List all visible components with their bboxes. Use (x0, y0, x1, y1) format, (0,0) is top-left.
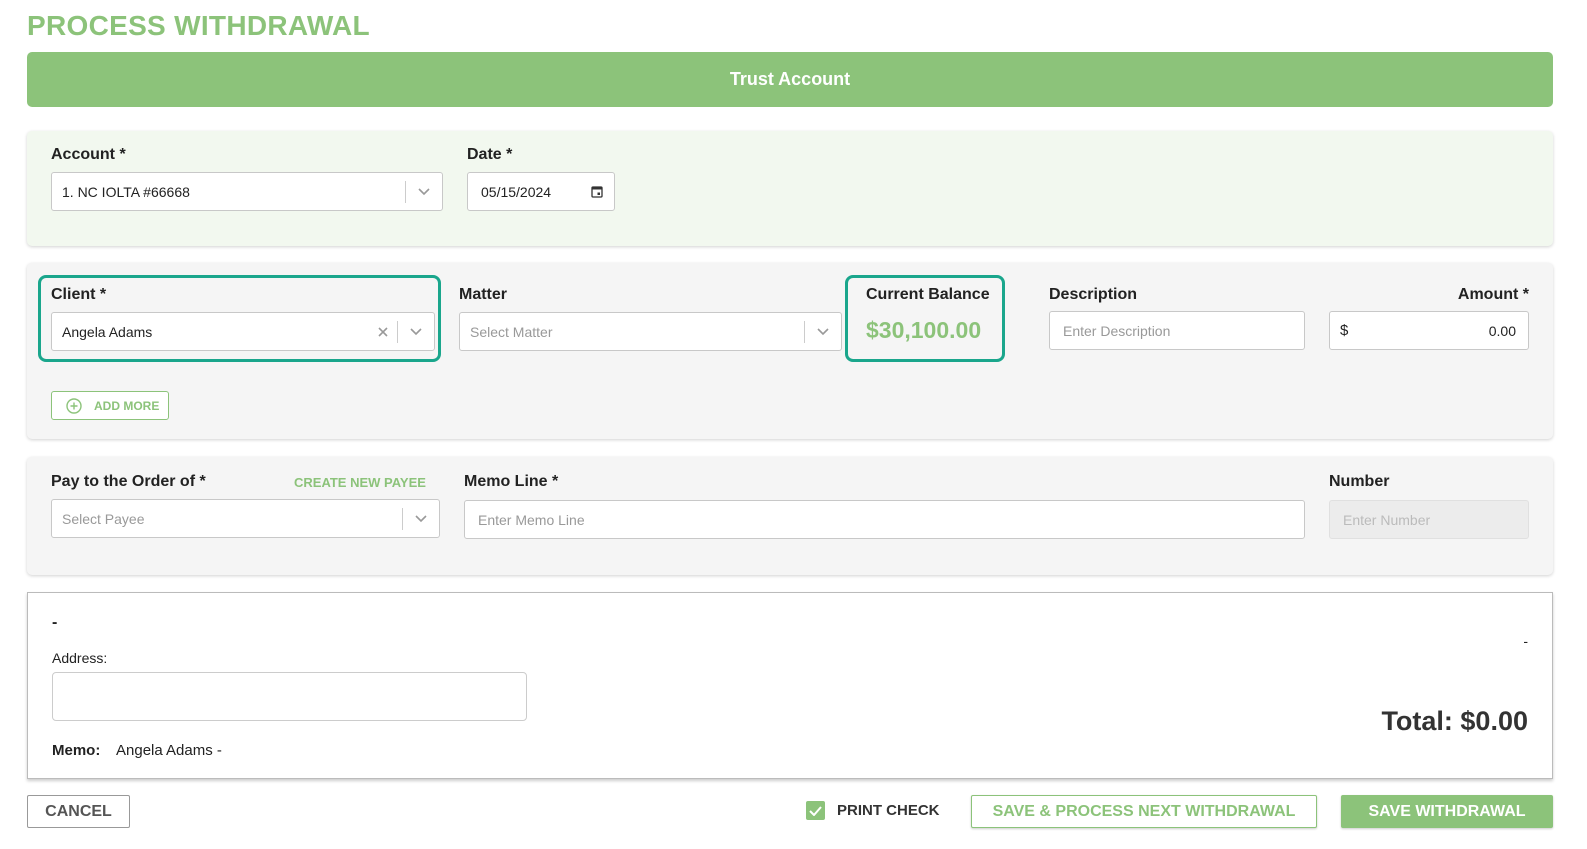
description-placeholder: Enter Description (1063, 322, 1171, 339)
amount-value: 0.00 (1488, 322, 1516, 339)
add-more-label: ADD MORE (94, 398, 160, 413)
check-payee-name: - (52, 614, 58, 631)
client-select-value: Angela Adams (62, 323, 153, 340)
number-placeholder: Enter Number (1343, 511, 1431, 528)
payee-label: Pay to the Order of * (51, 473, 206, 490)
check-preview: - - Address: Memo: Angela Adams - Total:… (27, 592, 1553, 779)
account-select[interactable]: 1. NC IOLTA #66668 (51, 172, 443, 211)
account-select-value: 1. NC IOLTA #66668 (62, 183, 190, 200)
trust-account-banner: Trust Account (27, 52, 1553, 107)
check-right-value: - (1523, 633, 1528, 649)
current-balance-value: $30,100.00 (866, 317, 982, 343)
add-more-button[interactable]: ADD MORE (51, 391, 169, 420)
page-title: PROCESS WITHDRAWAL (27, 10, 370, 41)
check-memo-value: Angela Adams - (116, 742, 222, 759)
calendar-icon[interactable] (580, 185, 614, 198)
date-input-value: 05/15/2024 (481, 183, 552, 200)
chevron-down-icon[interactable] (805, 327, 841, 336)
date-label: Date * (467, 146, 513, 163)
chevron-down-icon[interactable] (406, 187, 442, 196)
payee-select[interactable]: Select Payee (51, 499, 440, 538)
check-memo-label: Memo: (52, 742, 101, 759)
memo-line-label: Memo Line * (464, 473, 559, 490)
checkmark-icon (809, 805, 822, 816)
memo-line-input[interactable]: Enter Memo Line (464, 500, 1305, 539)
print-check-label: PRINT CHECK (837, 802, 940, 819)
date-input[interactable]: 05/15/2024 (467, 172, 615, 211)
print-check-toggle[interactable]: PRINT CHECK (806, 801, 940, 820)
create-new-payee-link[interactable]: CREATE NEW PAYEE (294, 475, 426, 490)
number-input: Enter Number (1329, 500, 1529, 539)
description-input[interactable]: Enter Description (1049, 311, 1305, 350)
check-address-label: Address: (52, 650, 108, 666)
current-balance-label: Current Balance (866, 286, 990, 303)
currency-symbol: $ (1340, 322, 1349, 339)
check-address-box (52, 672, 527, 721)
number-label: Number (1329, 473, 1390, 490)
chevron-down-icon[interactable] (403, 514, 439, 523)
chevron-down-icon[interactable] (398, 327, 434, 336)
check-total: Total: $0.00 (1381, 706, 1528, 736)
client-label: Client * (51, 286, 107, 303)
description-label: Description (1049, 286, 1138, 303)
cancel-button[interactable]: CANCEL (27, 795, 130, 828)
matter-select[interactable]: Select Matter (459, 312, 842, 351)
amount-label: Amount * (1457, 286, 1529, 303)
memo-line-placeholder: Enter Memo Line (478, 511, 585, 528)
print-check-checkbox[interactable] (806, 801, 825, 820)
close-icon[interactable] (369, 326, 397, 337)
amount-input[interactable]: $ 0.00 (1329, 311, 1529, 350)
save-withdrawal-button[interactable]: SAVE WITHDRAWAL (1341, 795, 1553, 828)
payee-select-placeholder: Select Payee (62, 510, 145, 527)
matter-label: Matter (459, 286, 508, 303)
save-and-process-next-button[interactable]: SAVE & PROCESS NEXT WITHDRAWAL (971, 795, 1317, 828)
client-select[interactable]: Angela Adams (51, 312, 435, 351)
plus-circle-icon (66, 397, 82, 414)
matter-select-placeholder: Select Matter (470, 323, 553, 340)
account-label: Account * (51, 146, 126, 163)
